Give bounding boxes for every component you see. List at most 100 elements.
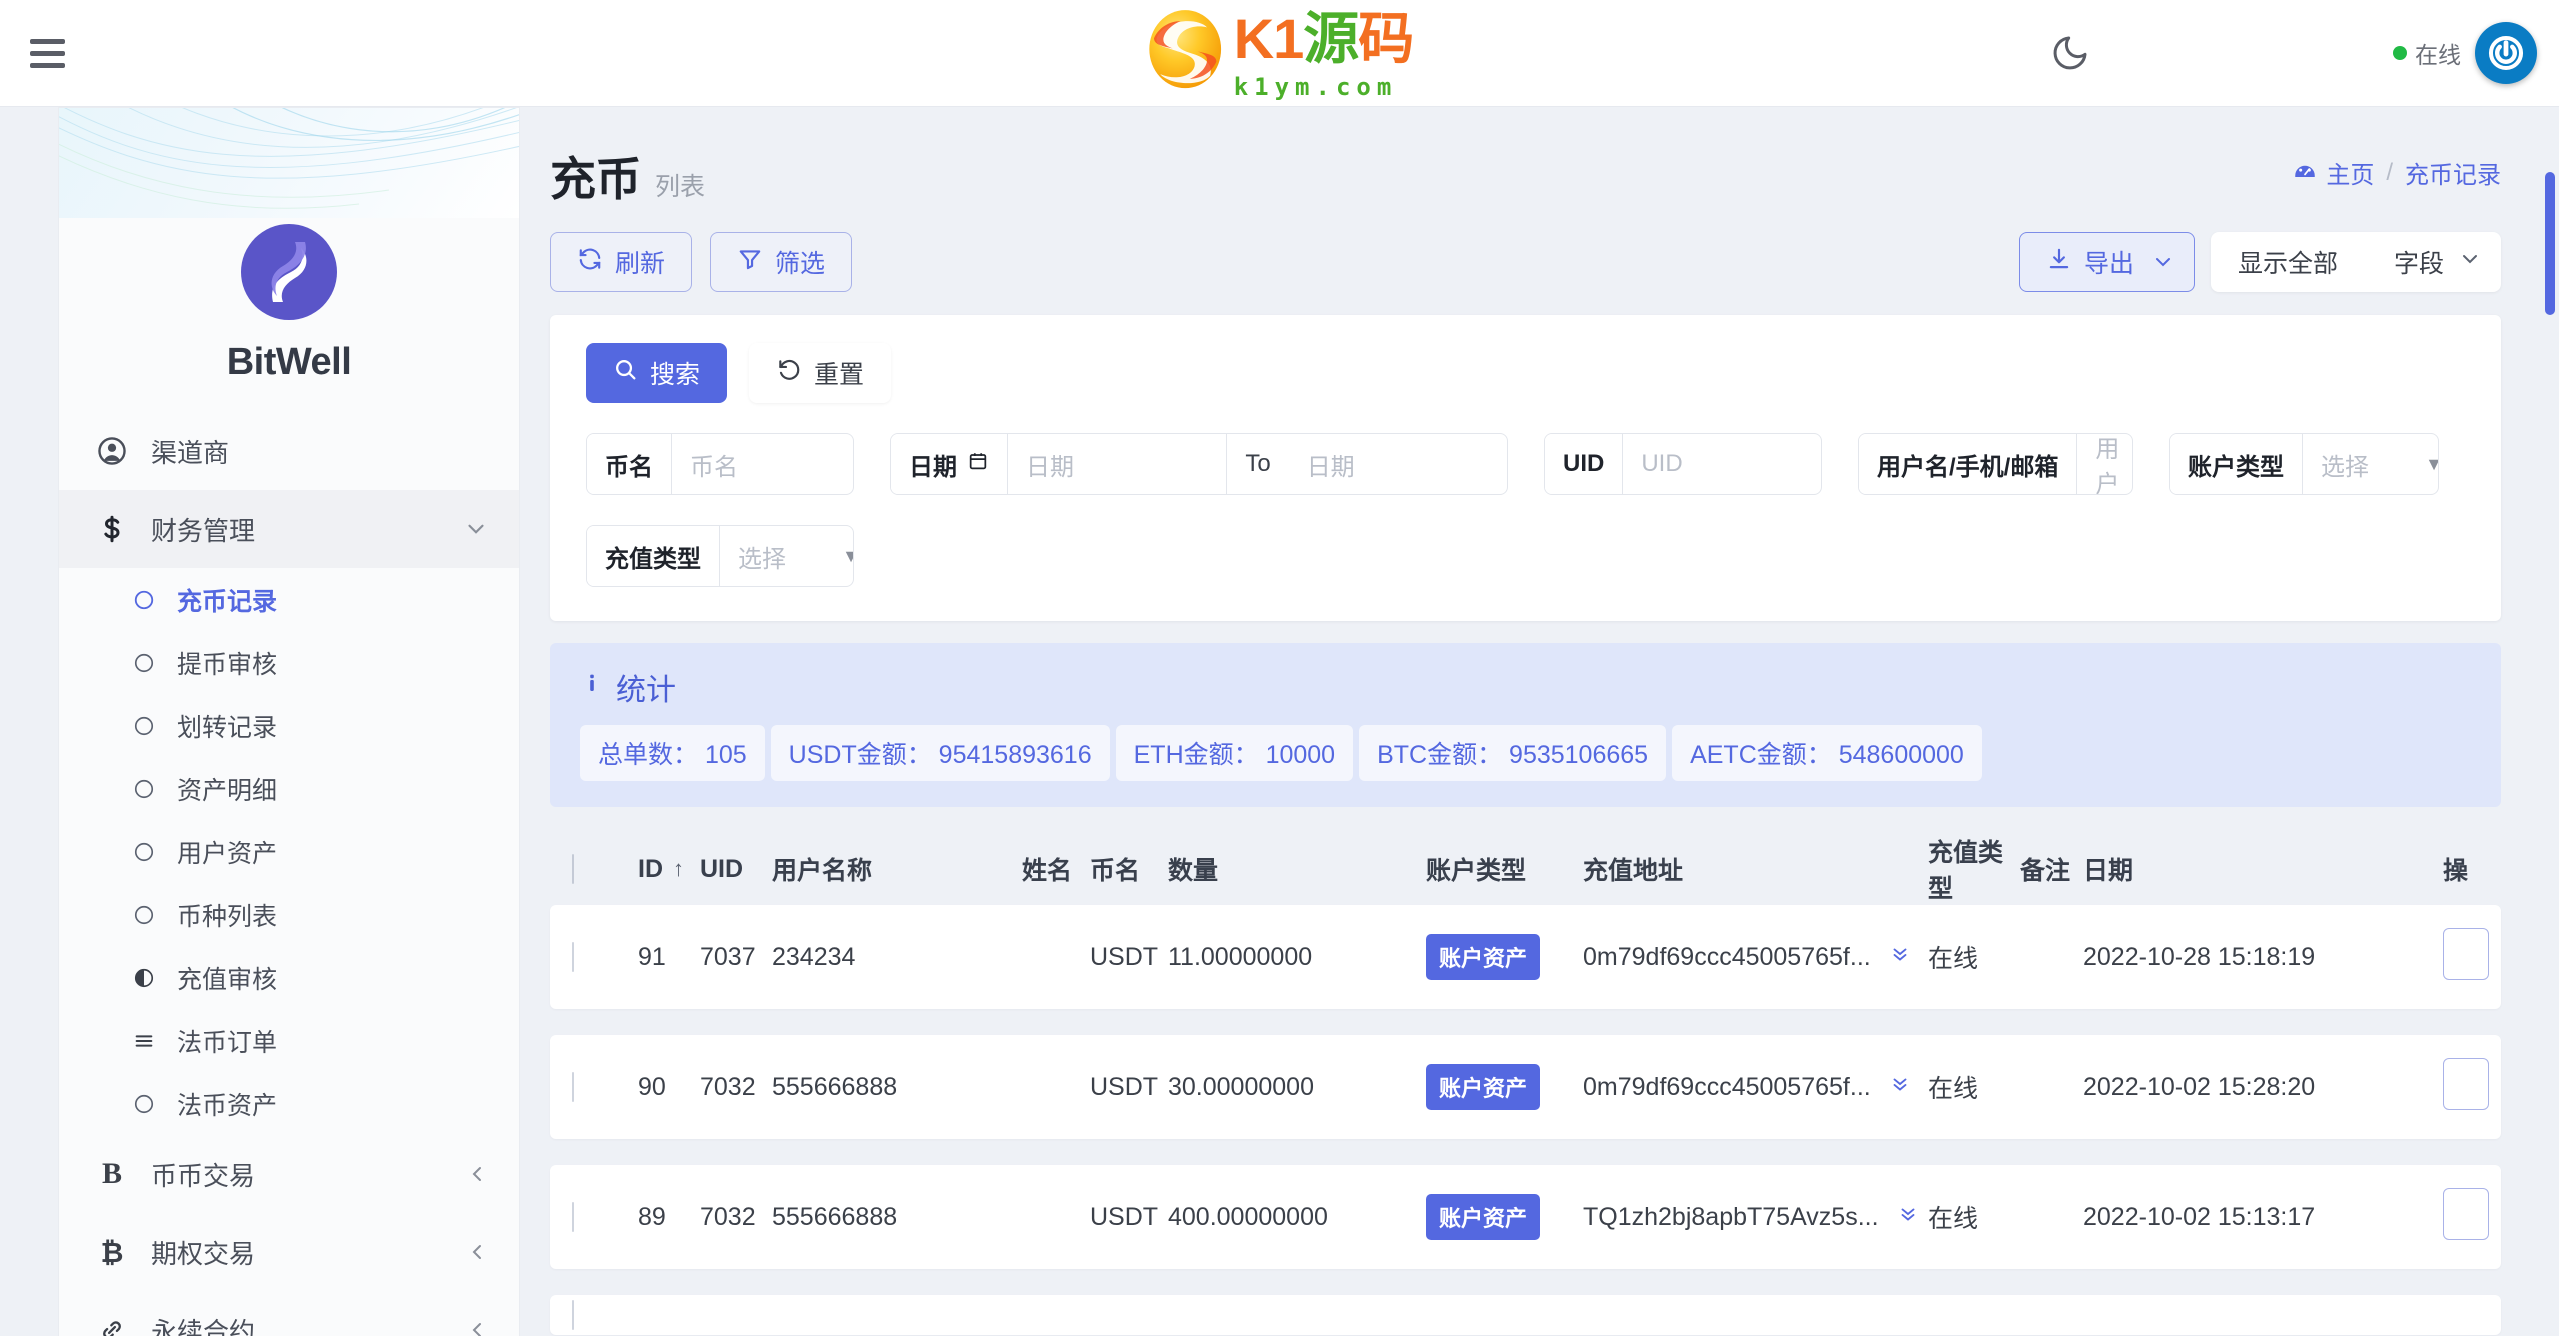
column-header-operation[interactable]: 操 [2443,851,2501,887]
address-text: TQ1zh2bj8apbT75Avz5s... [1583,1202,1879,1231]
chevron-double-down-icon[interactable] [1897,1203,1919,1231]
row-action-button[interactable] [2443,927,2489,980]
sidebar-menu: 渠道商 财务管理 充币记录 提币审核 划转记录 资产明细 用户资产 币种列表 充… [59,412,519,1336]
cell-recharge-type: 在线 [1928,1205,1979,1233]
sidebar-item-coin-list[interactable]: 币种列表 [59,883,519,946]
table-header-row: ID ↑ UID 用户名称 姓名 币名 数量 账户类型 充值地址 充值类型 备注… [550,833,2501,905]
column-header-recharge-type[interactable]: 充值类型 [1928,833,2020,905]
sidebar-item-user-assets[interactable]: 用户资产 [59,820,519,883]
sidebar-item-asset-detail[interactable]: 资产明细 [59,757,519,820]
date-end-input[interactable]: 日期 [1289,434,1507,494]
row-checkbox-cell [572,1201,638,1232]
filter-button[interactable]: 筛选 [710,232,853,292]
cell-uid: 7032 [700,1072,756,1101]
chevron-double-down-icon[interactable] [1889,1073,1911,1101]
sidebar-item-fiat-assets[interactable]: 法币资产 [59,1072,519,1135]
chevron-down-icon [2458,247,2482,278]
row-checkbox[interactable] [572,941,574,972]
chevron-down-icon [463,516,489,542]
refresh-button[interactable]: 刷新 [550,232,693,292]
coin-name-field[interactable]: 币名 币名 [586,433,854,495]
search-icon [613,357,638,389]
table-row[interactable]: 91 7037 234234 USDT 11.00000000 账户资产 0m7… [550,905,2501,1009]
moon-icon[interactable] [2046,29,2094,77]
date-start-input[interactable]: 日期 [1007,434,1226,494]
row-checkbox-cell [572,941,638,972]
username-label: 用户名/手机/邮箱 [1859,434,2077,494]
sidebar-item-transfer-records[interactable]: 划转记录 [59,694,519,757]
column-header-address[interactable]: 充值地址 [1583,851,1928,887]
k1ym-logo[interactable]: K1 源码 k1ym.com [1146,7,1414,99]
table-row[interactable]: 90 7032 555666888 USDT 30.00000000 账户资产 … [550,1035,2501,1139]
cell-address: 0m79df69ccc45005765f... [1583,1073,1928,1102]
sidebar-item-account[interactable]: 渠道商 [59,412,519,490]
fields-selector-button[interactable]: 显示全部 字段 [2210,232,2501,292]
coin-name-input[interactable]: 币名 [671,434,853,494]
sidebar-group-spot-trading[interactable]: B 币币交易 [59,1135,519,1213]
username-input[interactable]: 用户 [2076,434,2132,494]
sidebar-brand-name: BitWell [226,341,352,383]
account-type-select[interactable]: 选择 ▼ [2302,434,2438,494]
vertical-scrollbar[interactable] [2543,110,2557,1336]
export-button[interactable]: 导出 [2018,232,2195,292]
column-header-amount[interactable]: 数量 [1168,851,1426,887]
column-header-note[interactable]: 备注 [2020,851,2083,887]
column-header-coin[interactable]: 币名 [1090,851,1168,887]
username-field[interactable]: 用户名/手机/邮箱 用户 [1858,433,2133,495]
column-header-date[interactable]: 日期 [2083,851,2443,887]
table-row[interactable]: 89 7032 555666888 USDT 400.00000000 账户资产… [550,1165,2501,1269]
hamburger-bar [30,62,65,68]
row-checkbox[interactable] [572,1071,574,1102]
status-badge: 账户资产 [1426,1064,1541,1110]
info-icon [580,670,604,704]
search-fields-row-1: 币名 币名 日期 日期 To 日期 UID UID 用户名/手机/邮箱 用户 账… [586,433,2465,495]
sidebar-item-recharge-review[interactable]: 充值审核 [59,946,519,1009]
search-button[interactable]: 搜索 [586,343,728,403]
column-header-username[interactable]: 用户名称 [772,851,1022,887]
reset-button[interactable]: 重置 [749,343,892,403]
select-all-checkbox[interactable] [572,853,574,884]
sidebar-group-finance[interactable]: 财务管理 [59,490,519,568]
cell-id: 89 [638,1202,666,1231]
funnel-icon [737,246,763,279]
recharge-type-field[interactable]: 充值类型 选择 ▼ [586,525,854,587]
sidebar-group-perpetual-contract[interactable]: 永续合约 [59,1291,519,1336]
uid-field[interactable]: UID UID [1544,433,1822,495]
bitwell-logo-icon [241,224,337,320]
row-checkbox[interactable] [572,1201,574,1232]
table-row[interactable] [550,1295,2501,1335]
column-header-uid[interactable]: UID [700,855,772,884]
uid-input[interactable]: UID [1622,434,1821,494]
sidebar-group-options-trading[interactable]: ₿ 期权交易 [59,1213,519,1291]
cell-id: 91 [638,942,666,971]
cell-uid: 7032 [700,1202,756,1231]
cell-account-type: 账户资产 [1426,1064,1583,1110]
avatar[interactable] [2475,22,2537,84]
cell-amount: 400.00000000 [1168,1202,1328,1231]
column-header-name[interactable]: 姓名 [1022,851,1090,887]
search-panel: 搜索 重置 币名 币名 日期 日期 To 日期 UID UID 用户名/手机/邮… [550,315,2501,621]
sidebar-item-fiat-orders[interactable]: 法币订单 [59,1009,519,1072]
row-action-button[interactable] [2443,1187,2489,1240]
row-action-button[interactable] [2443,1057,2489,1110]
date-range-field[interactable]: 日期 日期 To 日期 [890,433,1508,495]
chevron-left-icon [465,1240,489,1264]
logo-domain-text: k1ym.com [1233,73,1398,101]
chevron-double-down-icon[interactable] [1889,943,1911,971]
sidebar: BitWell 渠道商 财务管理 充币记录 提币审核 划转记录 资产明细 用户资… [58,107,520,1336]
row-checkbox[interactable] [572,1299,574,1330]
cell-operation [2443,927,2501,987]
recharge-type-select[interactable]: 选择 ▼ [719,526,853,586]
hamburger-icon[interactable] [30,30,76,76]
stat-chip-btc-amount: BTC金额： 9535106665 [1359,725,1667,781]
vertical-scrollbar-thumb[interactable] [2545,172,2555,315]
sidebar-item-withdraw-review[interactable]: 提币审核 [59,631,519,694]
page-subtitle-text: 列表 [655,173,706,201]
logo-yuan-text: 源 [1303,7,1359,70]
sidebar-item-deposit-records[interactable]: 充币记录 [59,568,519,631]
account-type-field[interactable]: 账户类型 选择 ▼ [2169,433,2439,495]
column-header-id[interactable]: ID ↑ [638,855,700,884]
column-header-account-type[interactable]: 账户类型 [1426,851,1583,887]
breadcrumb-home[interactable]: 主页 [2292,155,2374,190]
cell-coin: USDT [1090,1202,1159,1231]
